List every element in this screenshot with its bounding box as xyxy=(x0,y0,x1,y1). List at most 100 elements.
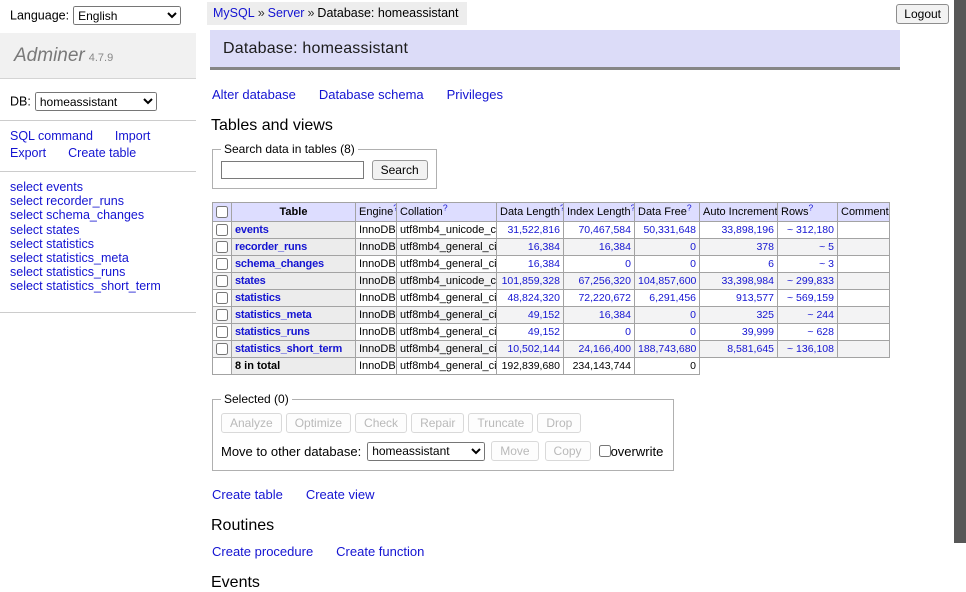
help-link[interactable]: ? xyxy=(560,203,564,213)
table-name-link[interactable]: statistics xyxy=(235,292,281,304)
rows-count-link[interactable]: ~ 5 xyxy=(819,241,834,253)
language-select[interactable]: English xyxy=(73,6,181,25)
create-view-link[interactable]: Create view xyxy=(306,487,375,502)
data-free-link[interactable]: 0 xyxy=(690,309,696,321)
sql-command-link[interactable]: SQL command xyxy=(10,129,93,143)
breadcrumb-mysql-link[interactable]: MySQL xyxy=(213,6,255,20)
sidebar-item-select-statistics[interactable]: select statistics xyxy=(10,237,196,251)
sidebar-item-select-statistics-short-term[interactable]: select statistics_short_term xyxy=(10,279,196,293)
table-name-link[interactable]: recorder_runs xyxy=(235,241,307,253)
db-select[interactable]: homeassistant xyxy=(35,92,157,111)
sidebar-item-select-statistics-meta[interactable]: select statistics_meta xyxy=(10,251,196,265)
export-link[interactable]: Export xyxy=(10,146,46,160)
index-length-link[interactable]: 0 xyxy=(625,258,631,270)
auto-increment-link[interactable]: 33,898,196 xyxy=(721,224,774,236)
help-link[interactable]: ? xyxy=(443,203,448,213)
copy-button[interactable]: Copy xyxy=(545,441,591,461)
row-checkbox[interactable] xyxy=(216,309,228,321)
database-schema-link[interactable]: Database schema xyxy=(319,87,424,102)
rows-count-link[interactable]: ~ 312,180 xyxy=(787,224,834,236)
rows-count-link[interactable]: ~ 244 xyxy=(807,309,834,321)
create-table-link-sidebar[interactable]: Create table xyxy=(68,146,136,160)
data-free-link[interactable]: 0 xyxy=(690,326,696,338)
data-length-link[interactable]: 101,859,328 xyxy=(502,275,560,287)
search-button[interactable]: Search xyxy=(372,160,428,180)
create-procedure-link[interactable]: Create procedure xyxy=(212,544,313,559)
rows-count-link[interactable]: ~ 136,108 xyxy=(787,343,834,355)
data-length-link[interactable]: 16,384 xyxy=(528,241,560,253)
data-free-link[interactable]: 6,291,456 xyxy=(649,292,696,304)
table-name-link[interactable]: statistics_runs xyxy=(235,326,310,338)
sidebar-item-select-states[interactable]: select states xyxy=(10,223,196,237)
data-length-link[interactable]: 49,152 xyxy=(528,326,560,338)
import-link[interactable]: Import xyxy=(115,129,150,143)
data-length-link[interactable]: 10,502,144 xyxy=(507,343,560,355)
table-name-link[interactable]: statistics_meta xyxy=(235,309,312,321)
data-free-link[interactable]: 104,857,600 xyxy=(638,275,696,287)
repair-button[interactable]: Repair xyxy=(411,413,464,433)
data-length-link[interactable]: 16,384 xyxy=(528,258,560,270)
check-button[interactable]: Check xyxy=(355,413,407,433)
auto-increment-link[interactable]: 33,398,984 xyxy=(721,275,774,287)
table-name-link[interactable]: statistics_short_term xyxy=(235,343,342,355)
breadcrumb-server-link[interactable]: Server xyxy=(268,6,305,20)
create-function-link[interactable]: Create function xyxy=(336,544,424,559)
logout-button[interactable]: Logout xyxy=(896,4,949,24)
index-length-link[interactable]: 0 xyxy=(625,326,631,338)
move-button[interactable]: Move xyxy=(491,441,538,461)
index-length-link[interactable]: 16,384 xyxy=(599,309,631,321)
auto-increment-link[interactable]: 6 xyxy=(768,258,774,270)
auto-increment-link[interactable]: 325 xyxy=(756,309,774,321)
index-length-link[interactable]: 16,384 xyxy=(599,241,631,253)
row-checkbox[interactable] xyxy=(216,326,228,338)
table-name-link[interactable]: states xyxy=(235,275,266,287)
help-link[interactable]: ? xyxy=(687,203,692,213)
row-checkbox[interactable] xyxy=(216,292,228,304)
rows-count-link[interactable]: ~ 569,159 xyxy=(787,292,834,304)
sidebar-item-select-statistics-runs[interactable]: select statistics_runs xyxy=(10,265,196,279)
create-table-link[interactable]: Create table xyxy=(212,487,283,502)
index-length-link[interactable]: 24,166,400 xyxy=(578,343,631,355)
row-checkbox[interactable] xyxy=(216,343,228,355)
help-link[interactable]: ? xyxy=(809,203,814,213)
data-length-link[interactable]: 31,522,816 xyxy=(507,224,560,236)
sidebar-item-select-schema-changes[interactable]: select schema_changes xyxy=(10,208,196,222)
table-name-link[interactable]: events xyxy=(235,224,269,236)
help-link[interactable]: ? xyxy=(889,203,890,213)
table-name-link[interactable]: schema_changes xyxy=(235,258,324,270)
overwrite-checkbox[interactable] xyxy=(599,445,611,457)
drop-button[interactable]: Drop xyxy=(537,413,581,433)
move-database-select[interactable]: homeassistant xyxy=(367,442,485,461)
data-length-link[interactable]: 48,824,320 xyxy=(507,292,560,304)
analyze-button[interactable]: Analyze xyxy=(221,413,282,433)
scrollbar[interactable] xyxy=(954,0,966,543)
data-free-link[interactable]: 0 xyxy=(690,241,696,253)
row-checkbox[interactable] xyxy=(216,241,228,253)
sidebar-item-select-events[interactable]: select events xyxy=(10,180,196,194)
auto-increment-link[interactable]: 8,581,645 xyxy=(727,343,774,355)
rows-count-link[interactable]: ~ 628 xyxy=(807,326,834,338)
data-free-link[interactable]: 188,743,680 xyxy=(638,343,696,355)
index-length-link[interactable]: 70,467,584 xyxy=(578,224,631,236)
rows-count-link[interactable]: ~ 3 xyxy=(819,258,834,270)
sidebar-item-select-recorder-runs[interactable]: select recorder_runs xyxy=(10,194,196,208)
search-input[interactable] xyxy=(221,161,364,179)
auto-increment-link[interactable]: 913,577 xyxy=(736,292,774,304)
data-length-link[interactable]: 49,152 xyxy=(528,309,560,321)
rows-count-link[interactable]: ~ 299,833 xyxy=(787,275,834,287)
row-checkbox[interactable] xyxy=(216,258,228,270)
optimize-button[interactable]: Optimize xyxy=(286,413,351,433)
data-free-link[interactable]: 0 xyxy=(690,258,696,270)
select-all-checkbox[interactable] xyxy=(216,206,228,218)
privileges-link[interactable]: Privileges xyxy=(447,87,503,102)
alter-database-link[interactable]: Alter database xyxy=(212,87,296,102)
help-link[interactable]: ? xyxy=(631,203,635,213)
row-checkbox[interactable] xyxy=(216,275,228,287)
row-checkbox[interactable] xyxy=(216,224,228,236)
truncate-button[interactable]: Truncate xyxy=(468,413,533,433)
data-free-link[interactable]: 50,331,648 xyxy=(643,224,696,236)
auto-increment-link[interactable]: 378 xyxy=(756,241,774,253)
index-length-link[interactable]: 67,256,320 xyxy=(578,275,631,287)
index-length-link[interactable]: 72,220,672 xyxy=(578,292,631,304)
auto-increment-link[interactable]: 39,999 xyxy=(742,326,774,338)
